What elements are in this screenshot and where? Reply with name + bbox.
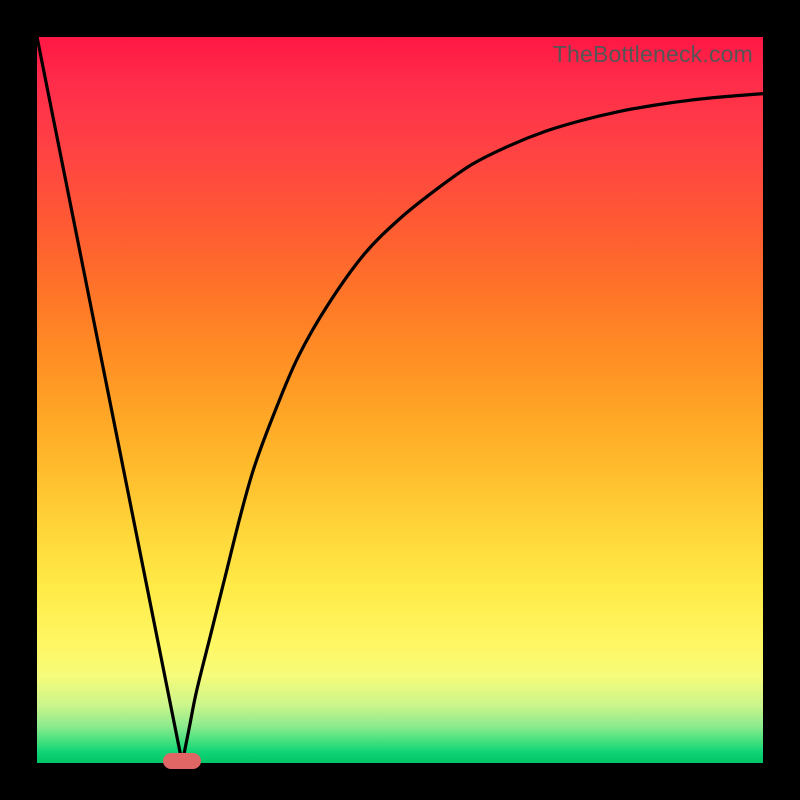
bottleneck-curve bbox=[37, 37, 763, 763]
watermark-label: TheBottleneck.com bbox=[553, 41, 753, 68]
minimum-marker bbox=[163, 753, 201, 769]
plot-area: TheBottleneck.com bbox=[37, 37, 763, 763]
chart-frame: TheBottleneck.com bbox=[0, 0, 800, 800]
